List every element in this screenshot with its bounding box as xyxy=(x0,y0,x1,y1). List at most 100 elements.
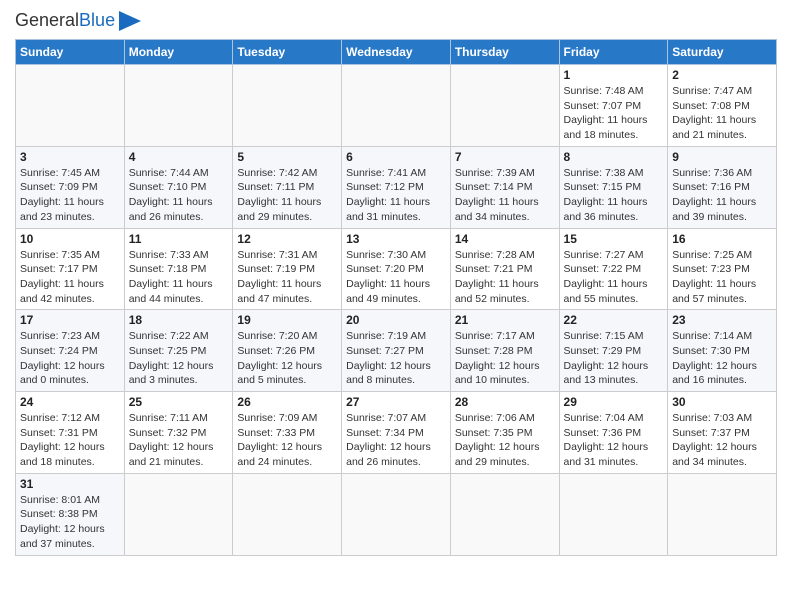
logo-text: GeneralBlue xyxy=(15,10,115,31)
sun-info: Sunrise: 7:33 AM Sunset: 7:18 PM Dayligh… xyxy=(129,248,229,307)
calendar-cell: 11Sunrise: 7:33 AM Sunset: 7:18 PM Dayli… xyxy=(124,228,233,310)
day-number: 24 xyxy=(20,395,120,409)
logo-icon xyxy=(119,11,141,31)
day-number: 20 xyxy=(346,313,446,327)
calendar-cell: 9Sunrise: 7:36 AM Sunset: 7:16 PM Daylig… xyxy=(668,146,777,228)
cell-content-20: 20Sunrise: 7:19 AM Sunset: 7:27 PM Dayli… xyxy=(346,313,446,388)
sun-info: Sunrise: 7:30 AM Sunset: 7:20 PM Dayligh… xyxy=(346,248,446,307)
sun-info: Sunrise: 7:12 AM Sunset: 7:31 PM Dayligh… xyxy=(20,411,120,470)
weekday-header-saturday: Saturday xyxy=(668,40,777,65)
sun-info: Sunrise: 7:35 AM Sunset: 7:17 PM Dayligh… xyxy=(20,248,120,307)
calendar-cell: 19Sunrise: 7:20 AM Sunset: 7:26 PM Dayli… xyxy=(233,310,342,392)
cell-content-14: 14 Sunrise: 7:28 AM Sunset: 7:21 PM Dayli… xyxy=(455,232,555,307)
calendar-cell: 7 Sunrise: 7:39 AM Sunset: 7:14 PM Daylig… xyxy=(450,146,559,228)
cell-content-9: 9Sunrise: 7:36 AM Sunset: 7:16 PM Daylig… xyxy=(672,150,772,225)
cell-content-2: 2Sunrise: 7:47 AM Sunset: 7:08 PM Daylig… xyxy=(672,68,772,143)
sun-info: Sunrise: 7:14 AM Sunset: 7:30 PM Dayligh… xyxy=(672,329,772,388)
calendar-cell xyxy=(16,65,125,147)
calendar-cell xyxy=(124,65,233,147)
day-number: 29 xyxy=(564,395,664,409)
day-number: 16 xyxy=(672,232,772,246)
calendar-cell: 25Sunrise: 7:11 AM Sunset: 7:32 PM Dayli… xyxy=(124,392,233,474)
cell-content-19: 19Sunrise: 7:20 AM Sunset: 7:26 PM Dayli… xyxy=(237,313,337,388)
day-number: 14 xyxy=(455,232,555,246)
logo: GeneralBlue xyxy=(15,10,141,31)
day-number: 27 xyxy=(346,395,446,409)
cell-content-10: 10Sunrise: 7:35 AM Sunset: 7:17 PM Dayli… xyxy=(20,232,120,307)
day-number: 4 xyxy=(129,150,229,164)
day-number: 15 xyxy=(564,232,664,246)
calendar-header: SundayMondayTuesdayWednesdayThursdayFrid… xyxy=(16,40,777,65)
calendar-week-3: 17 Sunrise: 7:23 AM Sunset: 7:24 PM Dayli… xyxy=(16,310,777,392)
cell-content-18: 18Sunrise: 7:22 AM Sunset: 7:25 PM Dayli… xyxy=(129,313,229,388)
calendar-cell: 18Sunrise: 7:22 AM Sunset: 7:25 PM Dayli… xyxy=(124,310,233,392)
calendar-cell: 16 Sunrise: 7:25 AM Sunset: 7:23 PM Dayli… xyxy=(668,228,777,310)
logo-blue: Blue xyxy=(79,10,115,30)
day-number: 2 xyxy=(672,68,772,82)
calendar-cell xyxy=(233,473,342,555)
sun-info: Sunrise: 7:31 AM Sunset: 7:19 PM Dayligh… xyxy=(237,248,337,307)
cell-content-23: 23 Sunrise: 7:14 AM Sunset: 7:30 PM Dayli… xyxy=(672,313,772,388)
calendar-cell xyxy=(342,65,451,147)
calendar-cell xyxy=(668,473,777,555)
cell-content-17: 17 Sunrise: 7:23 AM Sunset: 7:24 PM Dayli… xyxy=(20,313,120,388)
day-number: 31 xyxy=(20,477,120,491)
sun-info: Sunrise: 7:44 AM Sunset: 7:10 PM Dayligh… xyxy=(129,166,229,225)
calendar-cell: 6Sunrise: 7:41 AM Sunset: 7:12 PM Daylig… xyxy=(342,146,451,228)
day-number: 17 xyxy=(20,313,120,327)
calendar-cell: 26 Sunrise: 7:09 AM Sunset: 7:33 PM Dayli… xyxy=(233,392,342,474)
calendar-cell: 2Sunrise: 7:47 AM Sunset: 7:08 PM Daylig… xyxy=(668,65,777,147)
cell-content-27: 27Sunrise: 7:07 AM Sunset: 7:34 PM Dayli… xyxy=(346,395,446,470)
calendar-cell: 21Sunrise: 7:17 AM Sunset: 7:28 PM Dayli… xyxy=(450,310,559,392)
calendar-cell: 5 Sunrise: 7:42 AM Sunset: 7:11 PM Daylig… xyxy=(233,146,342,228)
calendar-cell: 30Sunrise: 7:03 AM Sunset: 7:37 PM Dayli… xyxy=(668,392,777,474)
day-number: 19 xyxy=(237,313,337,327)
sun-info: Sunrise: 7:28 AM Sunset: 7:21 PM Dayligh… xyxy=(455,248,555,307)
day-number: 13 xyxy=(346,232,446,246)
cell-content-16: 16 Sunrise: 7:25 AM Sunset: 7:23 PM Dayli… xyxy=(672,232,772,307)
cell-content-24: 24 Sunrise: 7:12 AM Sunset: 7:31 PM Dayli… xyxy=(20,395,120,470)
calendar-cell xyxy=(342,473,451,555)
weekday-header-friday: Friday xyxy=(559,40,668,65)
calendar-cell: 10Sunrise: 7:35 AM Sunset: 7:17 PM Dayli… xyxy=(16,228,125,310)
day-number: 12 xyxy=(237,232,337,246)
calendar-cell xyxy=(124,473,233,555)
sun-info: Sunrise: 7:25 AM Sunset: 7:23 PM Dayligh… xyxy=(672,248,772,307)
cell-content-25: 25Sunrise: 7:11 AM Sunset: 7:32 PM Dayli… xyxy=(129,395,229,470)
day-number: 7 xyxy=(455,150,555,164)
sun-info: Sunrise: 7:23 AM Sunset: 7:24 PM Dayligh… xyxy=(20,329,120,388)
cell-content-5: 5 Sunrise: 7:42 AM Sunset: 7:11 PM Daylig… xyxy=(237,150,337,225)
cell-content-28: 28Sunrise: 7:06 AM Sunset: 7:35 PM Dayli… xyxy=(455,395,555,470)
calendar-cell: 24 Sunrise: 7:12 AM Sunset: 7:31 PM Dayli… xyxy=(16,392,125,474)
calendar-cell: 4 Sunrise: 7:44 AM Sunset: 7:10 PM Daylig… xyxy=(124,146,233,228)
calendar-cell: 1Sunrise: 7:48 AM Sunset: 7:07 PM Daylig… xyxy=(559,65,668,147)
day-number: 26 xyxy=(237,395,337,409)
sun-info: Sunrise: 7:45 AM Sunset: 7:09 PM Dayligh… xyxy=(20,166,120,225)
calendar-cell: 12 Sunrise: 7:31 AM Sunset: 7:19 PM Dayli… xyxy=(233,228,342,310)
sun-info: Sunrise: 7:03 AM Sunset: 7:37 PM Dayligh… xyxy=(672,411,772,470)
calendar-cell: 23 Sunrise: 7:14 AM Sunset: 7:30 PM Dayli… xyxy=(668,310,777,392)
sun-info: Sunrise: 7:41 AM Sunset: 7:12 PM Dayligh… xyxy=(346,166,446,225)
sun-info: Sunrise: 7:39 AM Sunset: 7:14 PM Dayligh… xyxy=(455,166,555,225)
cell-content-26: 26 Sunrise: 7:09 AM Sunset: 7:33 PM Dayli… xyxy=(237,395,337,470)
calendar-cell: 17 Sunrise: 7:23 AM Sunset: 7:24 PM Dayli… xyxy=(16,310,125,392)
cell-content-7: 7 Sunrise: 7:39 AM Sunset: 7:14 PM Daylig… xyxy=(455,150,555,225)
day-number: 23 xyxy=(672,313,772,327)
sun-info: Sunrise: 7:09 AM Sunset: 7:33 PM Dayligh… xyxy=(237,411,337,470)
sun-info: Sunrise: 7:06 AM Sunset: 7:35 PM Dayligh… xyxy=(455,411,555,470)
cell-content-22: 22Sunrise: 7:15 AM Sunset: 7:29 PM Dayli… xyxy=(564,313,664,388)
sun-info: Sunrise: 7:38 AM Sunset: 7:15 PM Dayligh… xyxy=(564,166,664,225)
day-number: 3 xyxy=(20,150,120,164)
day-number: 5 xyxy=(237,150,337,164)
sun-info: Sunrise: 7:17 AM Sunset: 7:28 PM Dayligh… xyxy=(455,329,555,388)
cell-content-13: 13 Sunrise: 7:30 AM Sunset: 7:20 PM Dayli… xyxy=(346,232,446,307)
sun-info: Sunrise: 7:36 AM Sunset: 7:16 PM Dayligh… xyxy=(672,166,772,225)
calendar-body: 1Sunrise: 7:48 AM Sunset: 7:07 PM Daylig… xyxy=(16,65,777,556)
sun-info: Sunrise: 7:42 AM Sunset: 7:11 PM Dayligh… xyxy=(237,166,337,225)
calendar-cell: 15 Sunrise: 7:27 AM Sunset: 7:22 PM Dayli… xyxy=(559,228,668,310)
sun-info: Sunrise: 7:22 AM Sunset: 7:25 PM Dayligh… xyxy=(129,329,229,388)
sun-info: Sunrise: 7:27 AM Sunset: 7:22 PM Dayligh… xyxy=(564,248,664,307)
weekday-header-sunday: Sunday xyxy=(16,40,125,65)
weekday-header-tuesday: Tuesday xyxy=(233,40,342,65)
day-number: 22 xyxy=(564,313,664,327)
